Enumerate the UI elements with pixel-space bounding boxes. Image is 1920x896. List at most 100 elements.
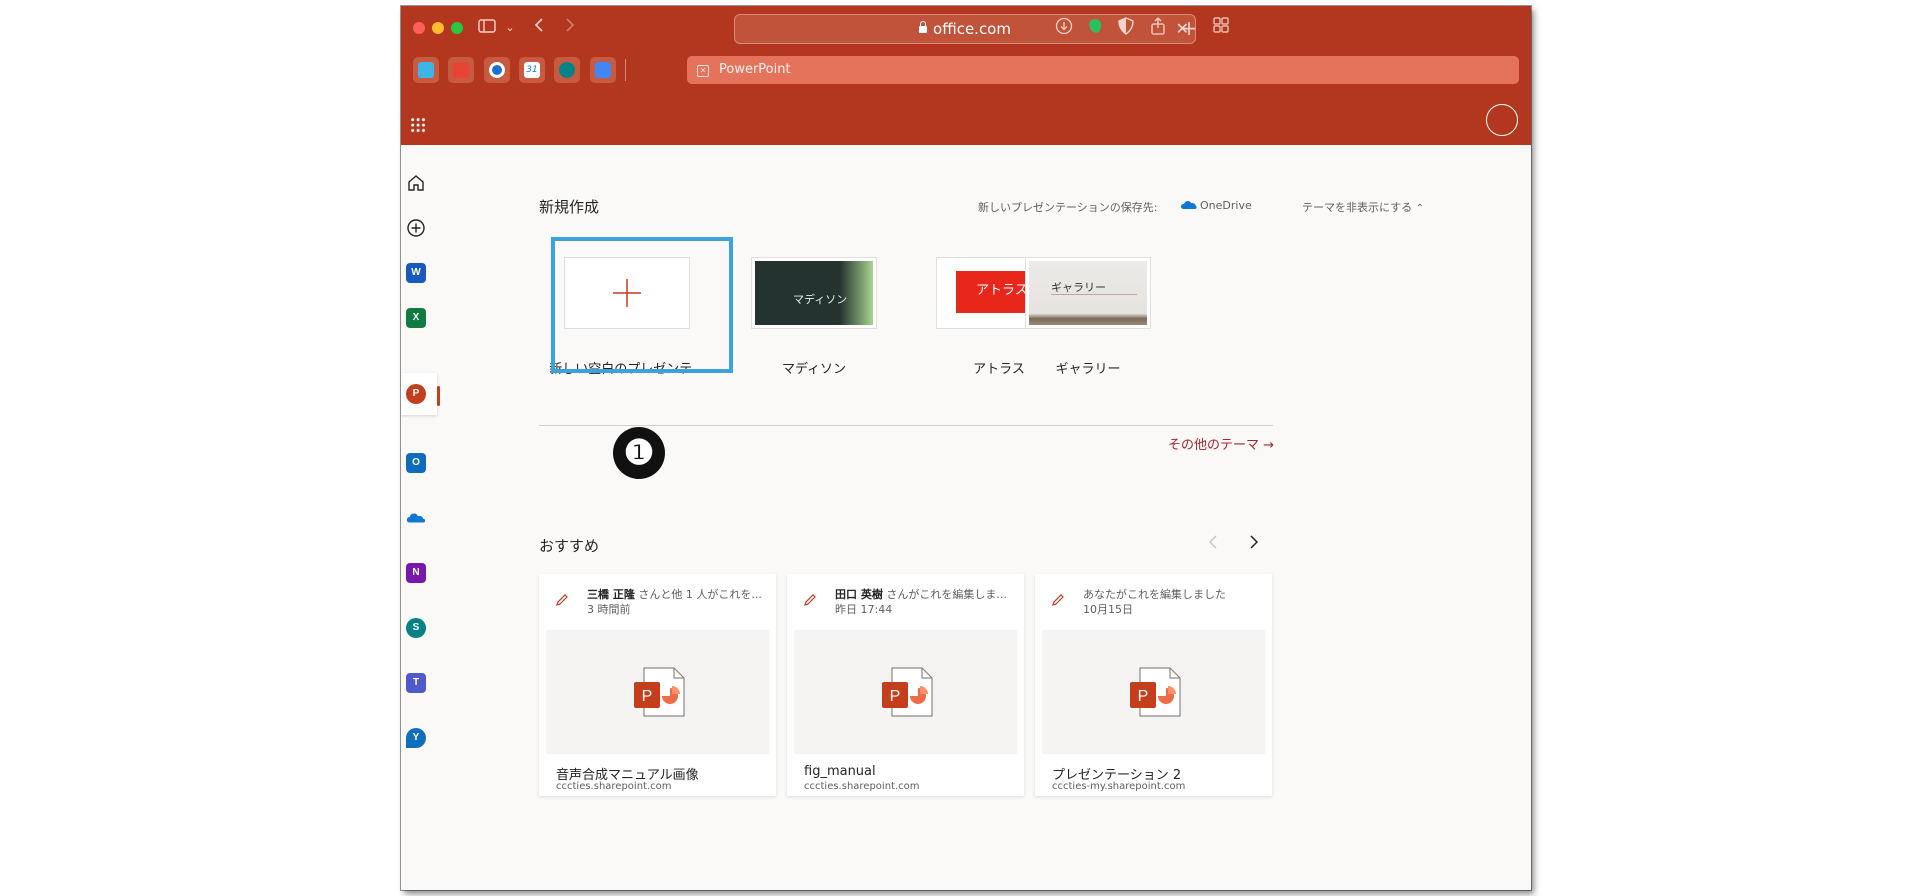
calendar-app-icon[interactable] — [484, 57, 510, 83]
rail-item-onenote[interactable]: N — [401, 560, 437, 588]
excel-icon: X — [406, 308, 426, 328]
card-file-location: cccties.sharepoint.com — [556, 781, 672, 792]
more-themes-link[interactable]: その他のテーマ → — [1168, 434, 1274, 453]
madison-preview: マディソン — [755, 261, 873, 325]
gallery-thumb-title: ギャラリー — [1051, 281, 1106, 294]
forward-button[interactable] — [559, 17, 581, 39]
atlas-thumb-title: アトラス — [976, 283, 1028, 298]
rail-item-powerpoint[interactable]: P — [401, 381, 437, 409]
browser-window: ⌄ office.com ✕ + 31 ✕ PowerPoint W X P O… — [401, 6, 1531, 890]
pencil-icon — [804, 594, 816, 606]
onenote-icon: N — [406, 563, 426, 583]
svg-text:P: P — [642, 688, 653, 705]
c-app-icon[interactable] — [413, 57, 439, 83]
teams-icon: T — [406, 673, 426, 693]
rail-item-teams[interactable]: T — [401, 670, 437, 698]
card-preview: P — [546, 630, 769, 754]
card-file-location: cccties.sharepoint.com — [804, 781, 920, 792]
recent-file-card[interactable]: 田口 英樹 さんがこれを編集しま... 昨日 17:44 P fig_manua… — [787, 574, 1024, 796]
chat-app-icon[interactable] — [448, 57, 474, 83]
card-author: 三橋 正隆 — [587, 588, 635, 601]
rail-active-indicator — [437, 386, 440, 406]
svg-text:P: P — [1138, 688, 1149, 705]
close-window-button[interactable] — [413, 22, 425, 34]
card-file-location: cccties-my.sharepoint.com — [1052, 781, 1186, 792]
rail-item-excel[interactable]: X — [401, 305, 437, 333]
rail-item-onedrive[interactable] — [401, 505, 437, 533]
card-activity-text: あなたがこれを編集しました — [1083, 588, 1226, 601]
template-gallery[interactable]: ギャラリー — [1026, 258, 1150, 328]
card-time: 10月15日 — [1083, 603, 1133, 616]
sharepoint-icon[interactable] — [554, 57, 580, 83]
new-section-title: 新規作成 — [539, 198, 600, 216]
calendar-31-icon[interactable]: 31 — [519, 57, 545, 83]
evernote-icon[interactable] — [1084, 17, 1106, 39]
avatar[interactable] — [1486, 104, 1518, 136]
prev-arrow-button[interactable] — [1208, 534, 1218, 555]
madison-thumb-title: マディソン — [793, 293, 848, 306]
lock-icon — [919, 21, 928, 33]
card-activity: 田口 英樹 さんがこれを編集しま... — [835, 586, 1015, 602]
privacy-shield-icon[interactable] — [1115, 17, 1137, 39]
rail-item-yammer[interactable]: Y — [401, 725, 437, 753]
card-file-name: fig_manual — [804, 764, 876, 779]
chevron-down-icon[interactable]: ⌄ — [499, 17, 521, 39]
powerpoint-file-icon: P — [1130, 667, 1181, 717]
back-button[interactable] — [528, 17, 550, 39]
tab-label: PowerPoint — [719, 62, 791, 77]
template-gallery-label: ギャラリー — [1055, 362, 1121, 377]
rail-item-sharepoint[interactable]: S — [401, 615, 437, 643]
create-icon — [407, 219, 425, 237]
favorites-divider — [625, 59, 626, 81]
onedrive-icon — [406, 513, 426, 523]
section-divider — [539, 425, 1273, 426]
zoom-window-button[interactable] — [451, 22, 463, 34]
onedrive-small-icon — [1181, 201, 1197, 209]
arrow-right-icon: → — [1263, 438, 1275, 453]
selection-highlight — [551, 237, 733, 373]
card-activity: あなたがこれを編集しました — [1083, 586, 1263, 602]
powerpoint-file-icon: P — [882, 667, 933, 717]
pencil-icon — [1052, 594, 1064, 606]
recent-file-card[interactable]: あなたがこれを編集しました 10月15日 P プレゼンテーション 2 cccti… — [1035, 574, 1272, 796]
sidebar-toggle-icon[interactable] — [476, 17, 498, 39]
app-launcher-icon[interactable] — [410, 117, 426, 133]
svg-text:P: P — [890, 688, 901, 705]
chevron-up-icon: ⌃ — [1415, 203, 1424, 214]
card-preview: P — [1042, 630, 1265, 754]
outlook-icon: O — [406, 453, 426, 473]
card-activity-text: さんがこれを編集しま... — [882, 588, 1007, 601]
share-icon[interactable] — [1147, 17, 1169, 39]
gallery-thumb-rule — [1051, 294, 1137, 295]
powerpoint-icon: P — [406, 384, 426, 404]
recent-file-card[interactable]: 三橋 正隆 さんと他 1 人がこれを... 3 時間前 P 音声合成マニュアル画… — [539, 574, 776, 796]
recommended-title: おすすめ — [539, 537, 600, 555]
tab-overview-icon[interactable] — [1210, 17, 1232, 39]
gallery-preview: ギャラリー — [1029, 261, 1147, 325]
rail-item-outlook[interactable]: O — [401, 450, 437, 478]
new-tab-icon[interactable]: + — [1178, 17, 1200, 39]
card-activity: 三橋 正隆 さんと他 1 人がこれを... — [587, 586, 767, 602]
more-themes-label: その他のテーマ — [1168, 438, 1260, 453]
translate-icon[interactable] — [590, 57, 616, 83]
tab-powerpoint[interactable]: ✕ PowerPoint — [687, 56, 1519, 84]
browser-chrome: ⌄ office.com ✕ + 31 ✕ PowerPoint — [401, 6, 1531, 145]
template-madison[interactable]: マディソン — [752, 258, 876, 328]
template-madison-label: マディソン — [781, 362, 847, 377]
rail-item-home[interactable] — [401, 170, 437, 198]
next-arrow-button[interactable] — [1249, 534, 1259, 554]
step-badge: ❶ — [613, 427, 665, 479]
minimize-window-button[interactable] — [432, 22, 444, 34]
save-location-link[interactable]: OneDrive — [1200, 199, 1252, 212]
word-icon: W — [406, 263, 426, 283]
card-preview: P — [794, 630, 1017, 754]
powerpoint-file-icon: P — [634, 667, 685, 717]
download-icon[interactable] — [1053, 17, 1075, 39]
pencil-icon — [556, 594, 568, 606]
close-tab-icon[interactable]: ✕ — [697, 65, 709, 77]
card-time: 3 時間前 — [587, 603, 631, 616]
rail-item-word[interactable]: W — [401, 260, 437, 288]
url-text: office.com — [933, 20, 1011, 38]
rail-item-create[interactable] — [401, 215, 437, 243]
hide-themes-button[interactable]: テーマを非表示にする ⌃ — [1302, 199, 1424, 215]
